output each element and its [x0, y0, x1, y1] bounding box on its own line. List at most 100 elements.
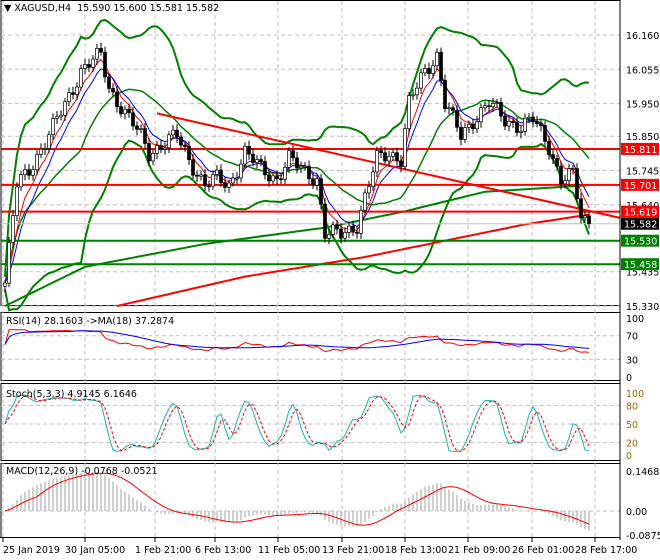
candle-body: [463, 127, 467, 140]
candle-body: [279, 178, 283, 181]
candle-body: [163, 147, 167, 150]
candle-body: [223, 182, 227, 188]
price-tick-label: 15.330: [626, 302, 659, 313]
candle-body: [275, 175, 279, 180]
price-level-label: 15.458: [624, 260, 657, 271]
candle-body: [291, 150, 295, 159]
candle-body: [67, 92, 71, 102]
candle-body: [175, 129, 179, 138]
candle-body: [403, 128, 407, 167]
candle-body: [203, 174, 207, 187]
candle-body: [415, 87, 419, 96]
candle-body: [155, 145, 159, 154]
x-tick-label: 21 Feb 09:00: [448, 545, 510, 556]
candle-body: [11, 215, 15, 243]
candle-body: [519, 131, 523, 133]
candle-body: [459, 126, 463, 140]
stoch-tick-label: 80: [626, 401, 638, 412]
candle-body: [435, 51, 439, 67]
candle-body: [31, 169, 35, 176]
chart-header: ▼ XAGUSD,H4 15.590 15.600 15.581 15.582: [4, 3, 219, 14]
candle-body: [251, 153, 255, 164]
candle-body: [187, 146, 191, 161]
x-tick-label: 18 Feb 13:00: [385, 545, 447, 556]
candle-body: [323, 203, 327, 239]
candle-body: [3, 282, 7, 287]
candle-body: [167, 134, 171, 149]
candle-body: [331, 224, 335, 235]
candle-body: [427, 68, 431, 74]
candle-body: [467, 123, 471, 128]
candle-body: [451, 107, 455, 111]
candle-body: [311, 178, 315, 186]
x-tick-label: 28 Feb 17:00: [575, 545, 637, 556]
price-level-label: 15.811: [624, 145, 657, 156]
candle-body: [231, 177, 235, 184]
candle-body: [567, 168, 571, 182]
candle-body: [195, 174, 199, 177]
candle-body: [527, 116, 531, 119]
candle-body: [395, 152, 399, 162]
candle-body: [63, 101, 67, 116]
candle-body: [351, 225, 355, 233]
candle-body: [131, 112, 135, 127]
candle-body: [391, 152, 395, 157]
candle-body: [55, 116, 59, 119]
candle-body: [75, 86, 79, 95]
candle-body: [479, 107, 483, 123]
candle-body: [587, 215, 591, 225]
candle-body: [107, 76, 111, 89]
candle-body: [227, 182, 231, 188]
rsi-label: RSI(14) 28.1603 ->MA(18) 37.2874: [6, 316, 175, 327]
candle-body: [307, 165, 311, 180]
candle-body: [267, 174, 271, 182]
candle-body: [95, 48, 99, 60]
candle-body: [447, 107, 451, 110]
candle-body: [531, 116, 535, 123]
rsi-line: [4, 329, 590, 353]
macd-tick-label: 0.1468: [626, 467, 659, 478]
candle-body: [71, 92, 75, 95]
rsi-tick-label: 70: [626, 332, 638, 343]
candle-body: [27, 169, 31, 176]
price-tick-label: 15.850: [626, 132, 659, 143]
candle-body: [315, 178, 319, 186]
candle-body: [475, 121, 479, 130]
candle-body: [47, 134, 51, 149]
candle-body: [99, 48, 103, 53]
high-value: 15.600: [113, 3, 147, 14]
candle-body: [287, 150, 291, 168]
candle-body: [343, 232, 347, 239]
price-level-label: 15.619: [624, 208, 657, 219]
candle-body: [371, 171, 375, 187]
candle-body: [539, 123, 543, 126]
candle-body: [495, 102, 499, 104]
candle-body: [151, 153, 155, 162]
dropdown-triangle-icon[interactable]: ▼: [4, 3, 11, 14]
candle-body: [303, 165, 307, 168]
candle-body: [367, 186, 371, 194]
chart-window[interactable]: 25 Jan 2019 30 Jan 05:00 1 Feb 21:00 6 Feb …: [0, 0, 660, 560]
candle-body: [439, 51, 443, 81]
x-tick-label: 1 Feb 21:00: [135, 545, 191, 556]
candle-body: [523, 117, 527, 132]
candle-body: [431, 65, 435, 74]
candle-body: [139, 128, 143, 130]
rsi-ma-line: [4, 330, 590, 349]
candle-body: [283, 166, 287, 180]
macd-tick-label: -0.0875: [626, 531, 660, 542]
candle-body: [515, 122, 519, 133]
x-tick-label: 25 Jan 2019: [3, 545, 60, 556]
candle-body: [207, 185, 211, 188]
candle-body: [91, 58, 95, 68]
candle-body: [115, 91, 119, 108]
candle-body: [255, 159, 259, 164]
candle-body: [199, 174, 203, 177]
candle-body: [35, 154, 39, 171]
candle-body: [271, 175, 275, 182]
candle-body: [543, 125, 547, 142]
candle-body: [559, 165, 563, 185]
candle-body: [243, 145, 247, 165]
candle-body: [387, 155, 391, 162]
rsi-tick-label: 100: [626, 314, 644, 325]
